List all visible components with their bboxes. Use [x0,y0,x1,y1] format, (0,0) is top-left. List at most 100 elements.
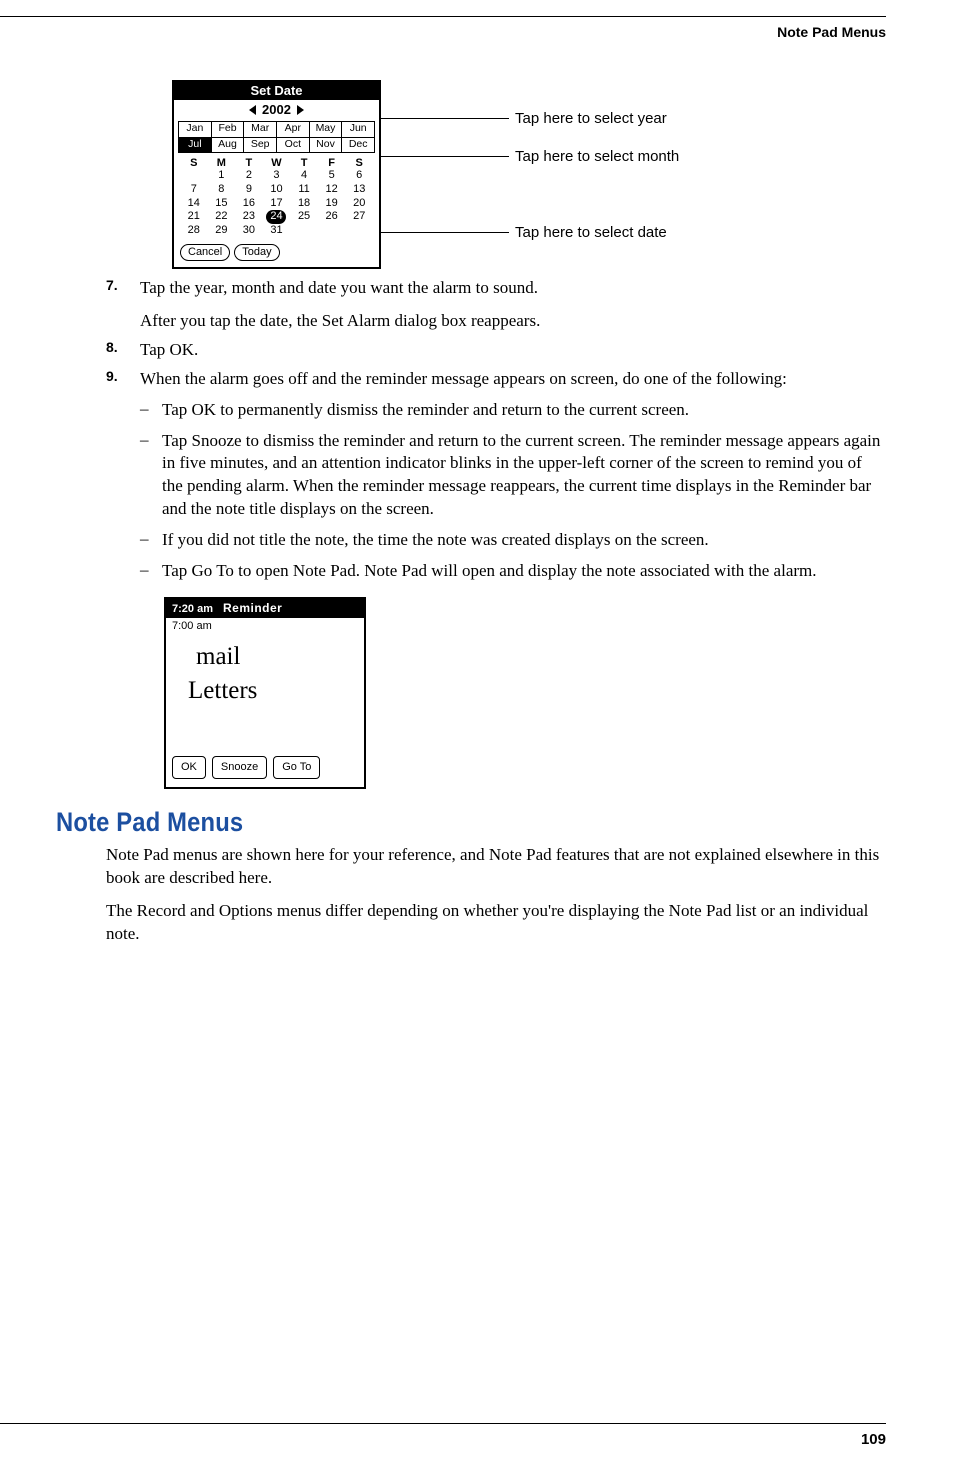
step-number: 8. [106,339,140,362]
snooze-button[interactable]: Snooze [212,756,267,779]
month-cell[interactable]: Dec [342,138,375,154]
dash-text: Tap Go To to open Note Pad. Note Pad wil… [162,560,817,583]
year-value: 2002 [262,102,291,117]
day-cell[interactable]: 18 [290,197,318,211]
step-9: 9. When the alarm goes off and the remin… [106,368,886,391]
weekday-label: S [345,157,373,169]
reminder-titlebar: 7:20 am Reminder [166,599,364,618]
dash-text: Tap OK to permanently dismiss the remind… [162,399,689,422]
reminder-bar-label: Reminder [223,601,282,615]
handwriting-line-2: Letters [188,678,257,703]
section-para-1: Note Pad menus are shown here for your r… [106,844,886,890]
day-cell[interactable]: 22 [208,210,236,224]
step-number: 9. [106,368,140,391]
dash: – [140,430,162,522]
weekday-label: S [180,157,208,169]
month-cell[interactable]: Apr [277,122,310,138]
weekday-label: T [235,157,263,169]
day-cell[interactable]: 1 [208,169,236,183]
day-cell[interactable]: 3 [263,169,291,183]
step-7: 7. Tap the year, month and date you want… [106,277,886,300]
month-cell[interactable]: Sep [244,138,277,154]
day-cell[interactable]: 11 [290,183,318,197]
day-cell[interactable]: 21 [180,210,208,224]
weekday-label: F [318,157,346,169]
day-cell[interactable]: 23 [235,210,263,224]
running-head: Note Pad Menus [777,24,886,40]
next-year-icon[interactable] [297,105,304,115]
reminder-bar-time: 7:20 am [172,603,213,615]
reminder-note-time: 7:00 am [166,618,364,632]
day-grid[interactable]: 1234567891011121314151617181920212223242… [180,169,373,238]
today-button[interactable]: Today [234,244,279,261]
month-grid[interactable]: JanFebMarAprMayJun JulAugSepOctNovDec [178,121,375,153]
month-cell[interactable]: Jan [179,122,212,138]
day-cell[interactable]: 28 [180,224,208,238]
day-cell[interactable]: 13 [345,183,373,197]
step-text: Tap OK. [140,339,198,362]
callout-line [381,118,509,119]
day-cell[interactable]: 4 [290,169,318,183]
day-cell[interactable]: 17 [263,197,291,211]
dash: – [140,529,162,552]
day-blank [180,169,208,183]
day-cell[interactable]: 9 [235,183,263,197]
day-cell[interactable]: 30 [235,224,263,238]
day-cell[interactable]: 10 [263,183,291,197]
figure-reminder: 7:20 am Reminder 7:00 am mail Letters OK… [164,597,366,789]
day-cell[interactable]: 6 [345,169,373,183]
day-cell[interactable]: 25 [290,210,318,224]
section-heading: Note Pad Menus [56,807,786,838]
weekday-header: SMTWTFS [180,157,373,169]
month-cell[interactable]: Mar [244,122,277,138]
section-para-2: The Record and Options menus differ depe… [106,900,886,946]
callout-line [381,232,509,233]
day-cell[interactable]: 12 [318,183,346,197]
month-cell[interactable]: Aug [212,138,245,154]
bottom-rule [0,1423,886,1424]
callout-year: Tap here to select year [515,110,667,127]
dialog-title: Set Date [174,82,379,100]
step-text: When the alarm goes off and the reminder… [140,368,787,391]
ok-button[interactable]: OK [172,756,206,779]
day-cell[interactable]: 26 [318,210,346,224]
callout-line [381,156,509,157]
step-7-follow: After you tap the date, the Set Alarm di… [140,310,886,333]
month-cell[interactable]: Nov [310,138,343,154]
dash-list: –Tap OK to permanently dismiss the remin… [140,399,886,584]
day-cell[interactable]: 7 [180,183,208,197]
day-cell[interactable]: 5 [318,169,346,183]
month-cell[interactable]: Jun [342,122,375,138]
day-cell[interactable]: 27 [345,210,373,224]
day-cell[interactable]: 16 [235,197,263,211]
set-date-dialog: Set Date 2002 JanFebMarAprMayJun JulAugSe… [172,80,381,269]
day-cell[interactable]: 29 [208,224,236,238]
prev-year-icon[interactable] [249,105,256,115]
callout-month: Tap here to select month [515,148,679,165]
page-number: 109 [861,1431,886,1448]
month-cell[interactable]: Feb [212,122,245,138]
month-cell[interactable]: May [310,122,343,138]
day-cell[interactable]: 15 [208,197,236,211]
reminder-note-canvas: mail Letters [166,632,364,750]
goto-button[interactable]: Go To [273,756,320,779]
weekday-label: T [290,157,318,169]
dash-text: Tap Snooze to dismiss the reminder and r… [162,430,886,522]
step-number: 7. [106,277,140,300]
day-cell[interactable]: 24 [263,210,291,224]
cancel-button[interactable]: Cancel [180,244,230,261]
month-cell[interactable]: Oct [277,138,310,154]
top-rule [0,16,886,17]
day-cell[interactable]: 8 [208,183,236,197]
handwriting-line-1: mail [196,644,240,669]
month-cell[interactable]: Jul [179,138,212,154]
day-cell[interactable]: 20 [345,197,373,211]
day-cell[interactable]: 31 [263,224,291,238]
day-cell[interactable]: 2 [235,169,263,183]
step-text: Tap the year, month and date you want th… [140,277,538,300]
year-selector[interactable]: 2002 [174,100,379,121]
day-cell[interactable]: 14 [180,197,208,211]
dash: – [140,399,162,422]
dash: – [140,560,162,583]
day-cell[interactable]: 19 [318,197,346,211]
